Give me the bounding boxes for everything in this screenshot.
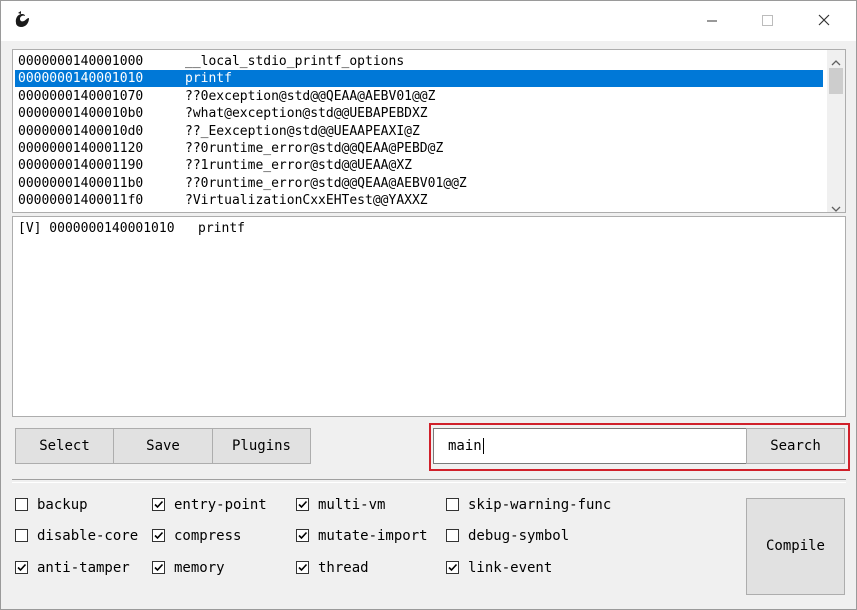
output-log[interactable]: [V] 0000000140001010 printf [12, 216, 846, 417]
scroll-thumb[interactable] [829, 68, 843, 94]
option-label: backup [37, 497, 88, 513]
function-row[interactable]: 0000000140001070 ??0exception@std@@QEAA@A… [15, 88, 823, 105]
function-name: ??0runtime_error@std@@QEAA@PEBD@Z [185, 141, 444, 156]
option-label: skip-warning-func [468, 497, 612, 513]
checkbox-icon[interactable] [15, 529, 28, 542]
function-address: 0000000140001070 [18, 88, 144, 104]
checkbox-checked-icon[interactable] [296, 529, 309, 542]
function-row[interactable]: 0000000140001190 ??1runtime_error@std@@UE… [15, 157, 823, 174]
function-address: 00000001400011f0 [18, 193, 144, 209]
function-address: 0000000140001190 [18, 158, 144, 174]
function-list[interactable]: 0000000140001000 __local_stdio_printf_opt… [12, 49, 846, 213]
checkbox-icon[interactable] [446, 498, 459, 511]
option-label: compress [174, 528, 242, 544]
function-address: 00000001400011b0 [18, 175, 144, 191]
title-bar [1, 1, 856, 41]
checkbox-checked-icon[interactable] [296, 498, 309, 511]
dragon-icon [12, 10, 32, 30]
function-row[interactable]: 00000001400010d0 ??_Eexception@std@@UEAAP… [15, 123, 823, 140]
function-name: ?what@exception@std@@UEBAPEBDXZ [185, 106, 428, 122]
function-address: 00000001400010d0 [18, 123, 144, 139]
function-name: ??0exception@std@@QEAA@AEBV01@@Z [185, 88, 436, 104]
function-name: ??0runtime_error@std@@QEAA@AEBV01@@Z [185, 175, 467, 191]
function-row[interactable]: 0000000140001010 printf [15, 70, 823, 88]
option-label: thread [318, 560, 369, 576]
function-name: printf [185, 71, 232, 87]
option-label: mutate-import [318, 528, 428, 544]
option-label: disable-core [37, 528, 139, 544]
checkbox-checked-icon[interactable] [15, 561, 28, 574]
checkbox-checked-icon[interactable] [296, 561, 309, 574]
option-label: debug-symbol [468, 528, 570, 544]
function-row[interactable]: 00000001400011f0 ?VirtualizationCxxEHTest… [15, 192, 823, 209]
option-label: anti-tamper [37, 560, 130, 576]
text-caret [482, 438, 484, 454]
search-input[interactable]: main [433, 428, 748, 464]
function-name: __local_stdio_printf_options [185, 54, 405, 69]
function-row[interactable]: 0000000140001120 ??0runtime_error@std@@QE… [15, 140, 823, 157]
checkbox-icon[interactable] [15, 498, 28, 511]
function-row[interactable]: 00000001400011b0 ??0runtime_error@std@@QE… [15, 175, 823, 192]
compile-button[interactable]: Compile [746, 498, 845, 595]
checkbox-checked-icon[interactable] [446, 561, 459, 574]
output-line: [V] 0000000140001010 printf [18, 221, 245, 236]
option-label: multi-vm [318, 497, 386, 513]
list-scrollbar[interactable] [827, 50, 845, 212]
divider [12, 479, 846, 483]
minimize-button[interactable] [697, 9, 727, 33]
plugins-button[interactable]: Plugins [212, 428, 311, 464]
function-address: 0000000140001000 [18, 54, 144, 69]
function-address: 0000000140001120 [18, 141, 144, 156]
checkbox-icon[interactable] [446, 529, 459, 542]
save-button[interactable]: Save [113, 428, 213, 464]
function-name: ??_Eexception@std@@UEAAPEAXI@Z [185, 123, 420, 139]
checkbox-checked-icon[interactable] [152, 529, 165, 542]
scroll-down-icon[interactable] [830, 199, 842, 212]
function-address: 00000001400010b0 [18, 106, 144, 122]
maximize-button[interactable] [752, 9, 782, 33]
app-window: 0000000140001000 __local_stdio_printf_opt… [0, 0, 857, 610]
checkbox-checked-icon[interactable] [152, 498, 165, 511]
function-row[interactable]: 0000000140001000 __local_stdio_printf_opt… [15, 53, 823, 70]
search-button[interactable]: Search [746, 428, 845, 464]
close-button[interactable] [809, 9, 839, 33]
option-label: entry-point [174, 497, 267, 513]
scroll-up-icon[interactable] [830, 53, 842, 66]
function-name: ??1runtime_error@std@@UEAA@XZ [185, 158, 412, 174]
function-row[interactable]: 00000001400010b0 ?what@exception@std@@UEB… [15, 105, 823, 122]
option-label: link-event [468, 560, 553, 576]
option-label: memory [174, 560, 225, 576]
select-button[interactable]: Select [15, 428, 114, 464]
search-input-value: main [448, 438, 482, 454]
function-name: ?VirtualizationCxxEHTest@@YAXXZ [185, 193, 428, 209]
checkbox-checked-icon[interactable] [152, 561, 165, 574]
function-address: 0000000140001010 [18, 71, 144, 87]
